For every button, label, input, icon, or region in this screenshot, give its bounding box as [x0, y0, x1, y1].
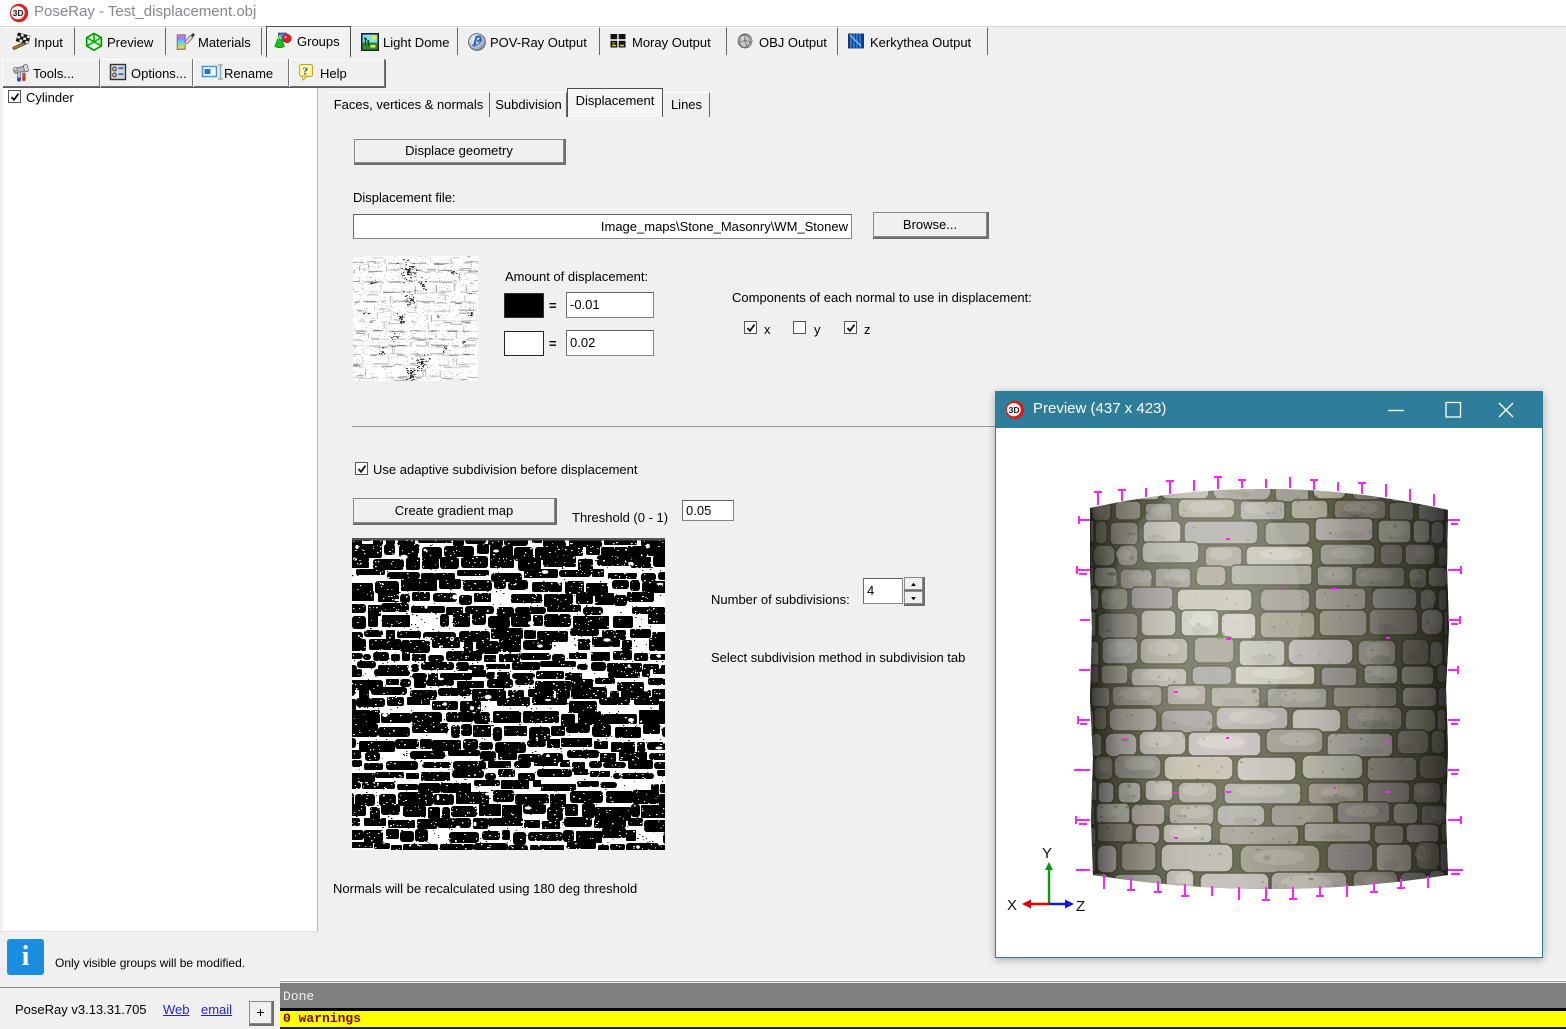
svg-text:?: ? — [303, 66, 309, 78]
svg-text:Z: Z — [1076, 898, 1085, 915]
svg-text:3D: 3D — [13, 8, 24, 18]
svg-text:Y: Y — [1042, 845, 1052, 862]
svg-text:X: X — [1007, 897, 1017, 914]
svg-text:3D: 3D — [1009, 405, 1020, 415]
